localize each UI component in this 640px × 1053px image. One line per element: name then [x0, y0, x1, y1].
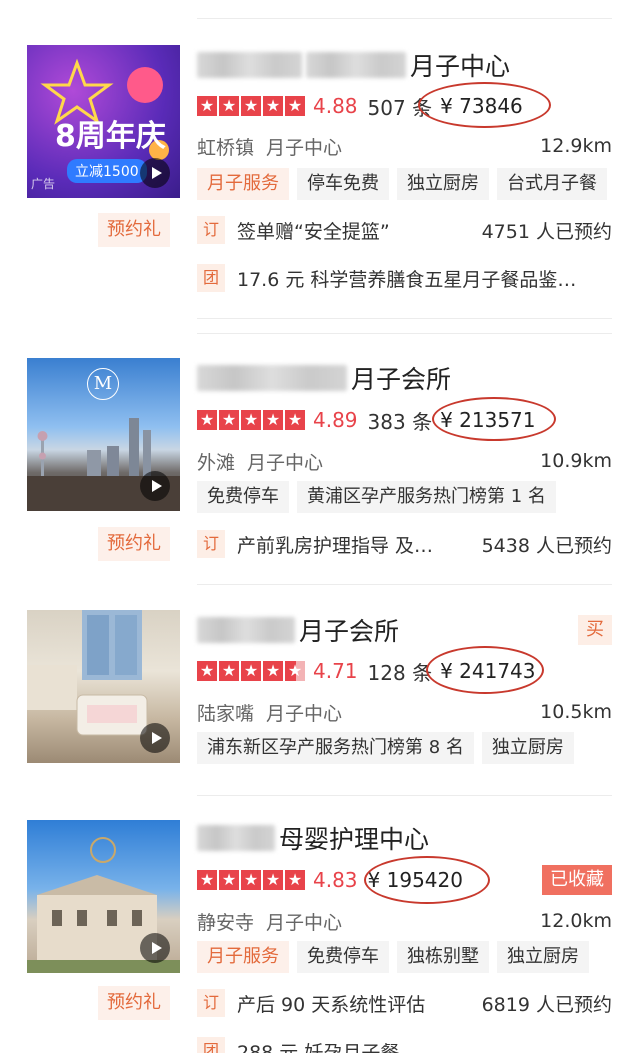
play-icon[interactable] [140, 933, 170, 963]
distance: 10.9km [540, 450, 612, 472]
booking-count: 6819 人已预约 [481, 993, 612, 1016]
divider [197, 318, 612, 319]
reservation-gift-badge: 预约礼 [98, 527, 170, 561]
rating-score: 4.89 [313, 408, 358, 432]
promo-order-row[interactable]: 订 签单赠“安全提篮” 4751 人已预约 [197, 213, 612, 247]
tag: 独栋别墅 [397, 941, 489, 973]
promo-text: 288 元 妊孕月子餐 [237, 1041, 400, 1053]
district: 陆家嘴 [197, 702, 255, 725]
promo-order-row[interactable]: 订 产前乳房护理指导 及… 5438 人已预约 [197, 527, 612, 561]
tag: 独立厨房 [481, 732, 574, 764]
location-row: 虹桥镇 月子中心 12.9km [197, 131, 612, 161]
distance: 12.0km [540, 910, 612, 932]
district: 外滩 [197, 451, 236, 474]
category: 月子中心 [247, 451, 324, 474]
favorited-badge[interactable]: 已收藏 [542, 865, 612, 895]
district: 虹桥镇 [197, 136, 255, 159]
buy-badge[interactable]: 买 [578, 615, 612, 645]
tag: 黄浦区孕产服务热门榜第 1 名 [297, 481, 556, 513]
promo-group-row[interactable]: 团 17.6 元 科学营养膳食五星月子餐品鉴… [197, 261, 612, 295]
category: 月子中心 [266, 911, 343, 934]
rating-score: 4.83 [313, 868, 358, 892]
tag: 独立厨房 [397, 168, 489, 200]
distance: 10.5km [540, 701, 612, 723]
promo-text: 签单赠“安全提篮” [237, 220, 390, 243]
tag-list: 月子服务 免费停车 独栋别墅 独立厨房 [197, 941, 589, 973]
tag: 免费停车 [297, 941, 389, 973]
star-rating [197, 660, 305, 681]
redacted-name [306, 52, 406, 78]
price-annotation-circle [432, 397, 556, 441]
tag-list: 免费停车 黄浦区孕产服务热门榜第 1 名 [197, 481, 556, 513]
tag: 浦东新区孕产服务热门榜第 8 名 [197, 732, 474, 764]
distance: 12.9km [540, 135, 612, 157]
promo-text: 产后 90 天系统性评估 [237, 993, 426, 1016]
order-badge: 订 [197, 989, 225, 1017]
promo-text: 产前乳房护理指导 及… [237, 534, 434, 557]
price-annotation-circle [364, 856, 490, 904]
price-annotation-circle [426, 646, 544, 694]
tag: 独立厨房 [497, 941, 589, 973]
play-icon[interactable] [140, 723, 170, 753]
redacted-name [197, 52, 302, 78]
review-count: 128 条 [367, 660, 433, 685]
category: 月子中心 [266, 136, 343, 159]
promo-group-row[interactable]: 团 288 元 妊孕月子餐 [197, 1034, 612, 1053]
tag: 台式月子餐 [497, 168, 607, 200]
promo-order-row[interactable]: 订 产后 90 天系统性评估 6819 人已预约 [197, 986, 612, 1020]
district: 静安寺 [197, 911, 255, 934]
tag: 免费停车 [197, 481, 289, 513]
tag: 月子服务 [197, 941, 289, 973]
play-icon[interactable] [140, 158, 170, 188]
brand-logo: M [87, 368, 119, 400]
listing-title[interactable]: 母婴护理中心 [197, 818, 429, 858]
tag: 月子服务 [197, 168, 289, 200]
rating-score: 4.88 [313, 94, 358, 118]
review-count: 383 条 [367, 409, 433, 434]
star-rating [197, 95, 305, 116]
listing-thumbnail[interactable]: M [27, 358, 180, 511]
listing-thumbnail[interactable] [27, 610, 180, 763]
tag: 停车免费 [297, 168, 389, 200]
location-row: 陆家嘴 月子中心 10.5km [197, 697, 612, 727]
redacted-name [197, 617, 295, 643]
group-badge: 团 [197, 264, 225, 292]
divider [197, 18, 612, 19]
listing-thumbnail[interactable]: 8周年庆 立减1500 广告 [27, 45, 180, 198]
divider [197, 795, 612, 796]
booking-count: 4751 人已预约 [481, 220, 612, 243]
star-rating [197, 869, 305, 890]
divider [197, 333, 612, 334]
redacted-name [197, 825, 275, 851]
listing-thumbnail[interactable] [27, 820, 180, 973]
thumbnail-discount: 立减1500 [67, 159, 147, 183]
order-badge: 订 [197, 216, 225, 244]
location-row: 静安寺 月子中心 12.0km [197, 906, 612, 936]
booking-count: 5438 人已预约 [481, 534, 612, 557]
redacted-name [197, 365, 347, 391]
tag-list: 浦东新区孕产服务热门榜第 8 名 独立厨房 [197, 732, 574, 764]
listing-title[interactable]: 月子会所 [197, 358, 451, 398]
ad-label: 广告 [31, 177, 56, 191]
play-icon[interactable] [140, 471, 170, 501]
listing-title[interactable]: 月子中心 [197, 45, 510, 85]
listing-title[interactable]: 月子会所 [197, 610, 399, 650]
promo-text: 17.6 元 科学营养膳食五星月子餐品鉴… [237, 268, 577, 291]
thumbnail-headline: 8周年庆 [55, 119, 166, 154]
price-annotation-circle [418, 82, 551, 128]
reservation-gift-badge: 预约礼 [98, 213, 170, 247]
star-rating [197, 409, 305, 430]
reservation-gift-badge: 预约礼 [98, 986, 170, 1020]
category: 月子中心 [266, 702, 343, 725]
location-row: 外滩 月子中心 10.9km [197, 446, 612, 476]
order-badge: 订 [197, 530, 225, 558]
rating-score: 4.71 [313, 659, 358, 683]
group-badge: 团 [197, 1037, 225, 1053]
divider [197, 584, 612, 585]
tag-list: 月子服务 停车免费 独立厨房 台式月子餐 [197, 168, 607, 200]
